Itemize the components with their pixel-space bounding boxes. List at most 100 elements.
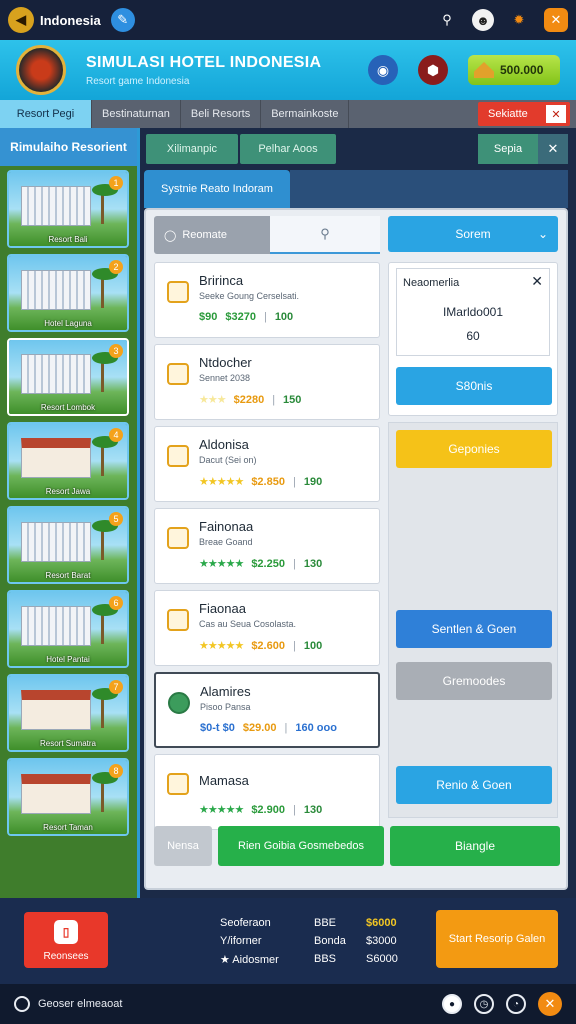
bottom-bar-label: Geoser elmeaoat bbox=[38, 998, 123, 1010]
tab-destinations[interactable]: Bestinaturnan bbox=[92, 100, 181, 128]
hotel-thumb[interactable]: 1 Resort Bali bbox=[7, 170, 129, 248]
next-button[interactable]: Nensa bbox=[154, 826, 212, 866]
action-button-4[interactable]: Gremoodes bbox=[396, 662, 552, 700]
gear-icon[interactable] bbox=[14, 996, 30, 1012]
hotel-badge: 6 bbox=[109, 596, 123, 610]
action-button-2[interactable]: Geponies bbox=[396, 430, 552, 468]
detail-box: Neaomerlia ✕ IMarldo001 60 bbox=[396, 268, 550, 356]
filter-pill-right-label: Sepia bbox=[478, 134, 538, 164]
stat-mid: Bonda bbox=[314, 935, 346, 947]
shield-icon[interactable]: ⬢ bbox=[418, 55, 448, 85]
listing-card[interactable]: Mamasa ★★★★★ $2.900 | 130 bbox=[154, 754, 380, 830]
listing-sub: Pisoo Pansa bbox=[200, 702, 251, 712]
listing-price: $2.600 bbox=[251, 639, 285, 652]
stat-value: S6000 bbox=[366, 953, 398, 965]
hotel-thumb[interactable]: 6 Hotel Pantai bbox=[7, 590, 129, 668]
app-title: Indonesia bbox=[40, 12, 101, 28]
sidebar-heading: Rimulaiho Resorient bbox=[0, 128, 137, 166]
action-button-3[interactable]: Sentlen & Goen bbox=[396, 610, 552, 648]
stat-mid: BBE bbox=[314, 917, 337, 929]
listing-count: 150 bbox=[283, 393, 302, 406]
hotel-thumb[interactable]: 2 Hotel Laguna bbox=[7, 254, 129, 332]
filter-pill-1[interactable]: Xilimanpic bbox=[146, 134, 238, 164]
tab-exit-button[interactable]: Sekiatte ✕ bbox=[478, 102, 570, 126]
clock-icon[interactable]: ◷ bbox=[474, 994, 494, 1014]
hotel-thumb[interactable]: 7 Resort Sumatra bbox=[7, 674, 129, 752]
tab-exit-label: Sekiatte bbox=[488, 108, 528, 120]
stat-mid: BBS bbox=[314, 953, 337, 965]
listing-card[interactable]: Ntdocher Sennet 2038 ★★★ $2280 | 150 bbox=[154, 344, 380, 420]
settings-icon[interactable]: ✹ bbox=[508, 9, 530, 31]
listing-sub: Sennet 2038 bbox=[199, 373, 251, 383]
listing-card[interactable]: Bririnca Seeke Goung Cerselsati. $90 $32… bbox=[154, 262, 380, 338]
listing-stars: ★★★★★ bbox=[199, 558, 244, 570]
listing-card[interactable]: Fainonaa Breae Goand ★★★★★ $2.250 | 130 bbox=[154, 508, 380, 584]
start-button[interactable]: Start Resorip Galen bbox=[436, 910, 558, 968]
listing-card[interactable]: Aldonisa Dacut (Sei on) ★★★★★ $2.850 | 1… bbox=[154, 426, 380, 502]
close-icon[interactable]: ✕ bbox=[531, 273, 543, 290]
hotel-thumb-label: Resort Lombok bbox=[40, 403, 96, 412]
info-icon[interactable]: ◔ bbox=[506, 994, 526, 1014]
filter-pill-right[interactable]: Sepia ✕ bbox=[478, 134, 568, 164]
tab-game-cost[interactable]: Bermainkoste bbox=[261, 100, 350, 128]
listing-price: $2.850 bbox=[251, 475, 285, 488]
hotel-thumb-label: Resort Taman bbox=[43, 823, 93, 832]
hotel-badge: 1 bbox=[109, 176, 123, 190]
resources-button[interactable]: ▯ Reonsees bbox=[24, 912, 108, 968]
stat-value: $3000 bbox=[366, 935, 397, 947]
listing-count: 100 bbox=[274, 311, 294, 323]
detail-title: Neaomerlia bbox=[403, 277, 460, 289]
tab-buy-resorts[interactable]: Beli Resorts bbox=[181, 100, 262, 128]
hotel-thumb[interactable]: 5 Resort Barat bbox=[7, 506, 129, 584]
game-header: SIMULASI HOTEL INDONESIA Resort game Ind… bbox=[0, 40, 576, 100]
close-icon[interactable]: ✕ bbox=[546, 105, 566, 123]
globe-icon[interactable]: ◉ bbox=[368, 55, 398, 85]
panel-strip bbox=[290, 170, 568, 208]
chat-icon[interactable]: ● bbox=[442, 994, 462, 1014]
game-subtitle: Resort game Indonesia bbox=[86, 75, 190, 87]
sound-icon[interactable]: ◀ bbox=[8, 7, 34, 33]
action-button-5[interactable]: Renio & Goen bbox=[396, 766, 552, 804]
close-icon[interactable]: ✕ bbox=[544, 8, 568, 32]
game-crest-logo bbox=[16, 45, 66, 95]
bottom-actions: Nensa Rien Goibia Gosmebedos Biangle bbox=[154, 826, 560, 866]
listing-card-selected[interactable]: Alamires Pisoo Pansa $0-t $0 $29.00 | 16… bbox=[154, 672, 380, 748]
book-button[interactable]: Rien Goibia Gosmebedos bbox=[218, 826, 384, 866]
listing-name: Fainonaa bbox=[199, 519, 254, 534]
listing-price: $0-t $0 bbox=[200, 722, 235, 734]
detail-value-2: 60 bbox=[466, 329, 480, 343]
hotel-badge: 5 bbox=[109, 512, 123, 526]
listing-name: Alamires bbox=[200, 684, 251, 699]
top-bar: ◀ Indonesia ✎ ⚲ ☻ ✹ ✕ bbox=[0, 0, 576, 40]
search-filter-button[interactable]: ◯ Reomate bbox=[154, 216, 270, 254]
close-icon[interactable]: ✕ bbox=[538, 134, 568, 164]
sort-label: Sorem bbox=[455, 227, 491, 241]
hotel-thumb[interactable]: 8 Resort Taman bbox=[7, 758, 129, 836]
profile-icon[interactable]: ☻ bbox=[472, 9, 494, 31]
listing-stars: ★★★★★ bbox=[199, 640, 244, 652]
listing-price: $2280 bbox=[233, 393, 265, 406]
panel-tab[interactable]: Systnie Reato Indoram bbox=[144, 170, 290, 208]
purchase-button[interactable]: Biangle bbox=[390, 826, 560, 866]
lock-icon bbox=[167, 445, 189, 467]
listing-count: 100 bbox=[303, 639, 323, 652]
listing-count: 130 bbox=[303, 803, 323, 816]
listing-card[interactable]: Fiaonaa Cas au Seua Cosolasta. ★★★★★ $2.… bbox=[154, 590, 380, 666]
coin-balance[interactable]: 500.000 bbox=[468, 55, 560, 85]
action-button-1[interactable]: S80nis bbox=[396, 367, 552, 405]
search-input[interactable]: ⚲ bbox=[270, 216, 380, 254]
pencil-icon[interactable]: ✎ bbox=[110, 8, 135, 32]
footer: ▯ Reonsees Seoferaon BBE $6000 Y/iforner… bbox=[0, 898, 576, 984]
filter-pill-2[interactable]: Pelhar Aoos bbox=[240, 134, 336, 164]
stat-key: ★ Aidosmer bbox=[220, 953, 279, 966]
close-icon[interactable]: ✕ bbox=[538, 992, 562, 1016]
listing-price: $2.900 bbox=[251, 803, 285, 816]
listing-name: Ntdocher bbox=[199, 355, 252, 370]
sort-dropdown[interactable]: Sorem ⌄ bbox=[388, 216, 558, 252]
hotel-thumb-label: Resort Jawa bbox=[45, 487, 91, 496]
tab-resort[interactable]: Resort Pegi bbox=[0, 100, 92, 128]
game-title: SIMULASI HOTEL INDONESIA bbox=[86, 53, 322, 71]
hotel-thumb[interactable]: 4 Resort Jawa bbox=[7, 422, 129, 500]
hotel-thumb-selected[interactable]: 3 Resort Lombok bbox=[7, 338, 129, 416]
user-search-icon[interactable]: ⚲ bbox=[436, 9, 458, 31]
